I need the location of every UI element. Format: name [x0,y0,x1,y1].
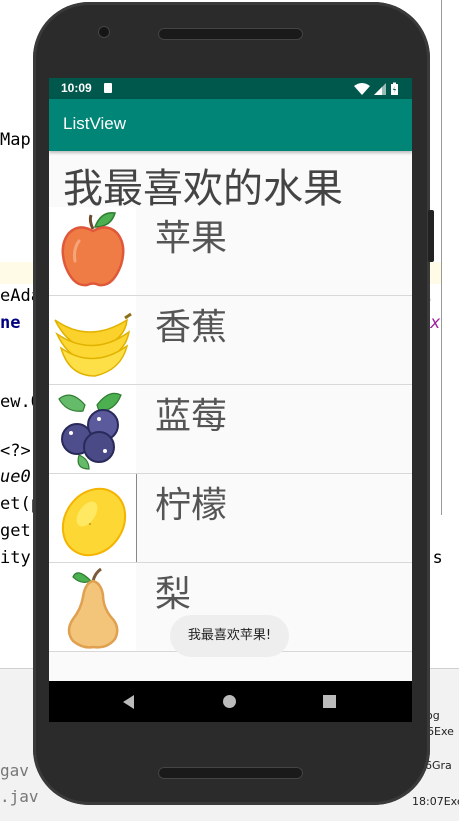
code-line: <?> [0,441,31,461]
list-item-banana[interactable]: 香蕉 [49,296,412,385]
top-speaker [158,28,303,40]
banana-icon [49,296,136,384]
status-bar: 10:09 [49,78,412,99]
bottom-speaker [158,767,303,779]
code-line: ue0 [0,467,31,487]
status-time: 10:09 [61,81,92,95]
list-item-label: 苹果 [155,218,228,259]
list-item-label: 香蕉 [155,307,228,348]
list-item-apple[interactable]: 苹果 [49,207,412,296]
list-item-lemon[interactable]: 柠檬 [49,474,412,563]
recents-icon[interactable] [323,695,336,708]
power-button[interactable] [428,210,434,262]
status-icons [354,82,398,95]
home-icon[interactable] [223,695,236,708]
ide-side-panel [441,0,459,515]
lemon-icon [49,474,137,562]
phone-screen: 10:09 ListView 我最喜欢的水果 苹果 香蕉 蓝莓 柠檬 梨 我最喜… [49,78,412,722]
code-line: get [0,521,31,541]
back-icon[interactable] [123,695,134,709]
file-entry[interactable]: gav [0,761,29,780]
list-heading: 我最喜欢的水果 [63,166,343,212]
wifi-icon [354,83,370,95]
list-item-label: 柠檬 [155,485,228,526]
battery-icon [391,82,398,95]
signal-icon [374,83,386,95]
file-entry[interactable]: .jav [0,787,39,806]
code-line: ne [0,313,21,333]
code-line: ity [0,548,31,568]
log-text: 18:07Exe [412,795,459,808]
apple-icon [49,207,136,295]
list-item-blueberry[interactable]: 蓝莓 [49,385,412,474]
list-item-label: 蓝莓 [155,396,228,437]
blueberry-icon [49,385,136,473]
pear-icon [49,563,136,651]
toast-message: 我最喜欢苹果! [170,615,289,657]
app-title: ListView [63,114,126,133]
sd-card-icon [104,83,112,93]
navigation-bar [49,681,412,722]
front-camera [99,27,109,37]
app-bar: ListView [49,99,412,151]
list-item-label: 梨 [155,574,192,615]
